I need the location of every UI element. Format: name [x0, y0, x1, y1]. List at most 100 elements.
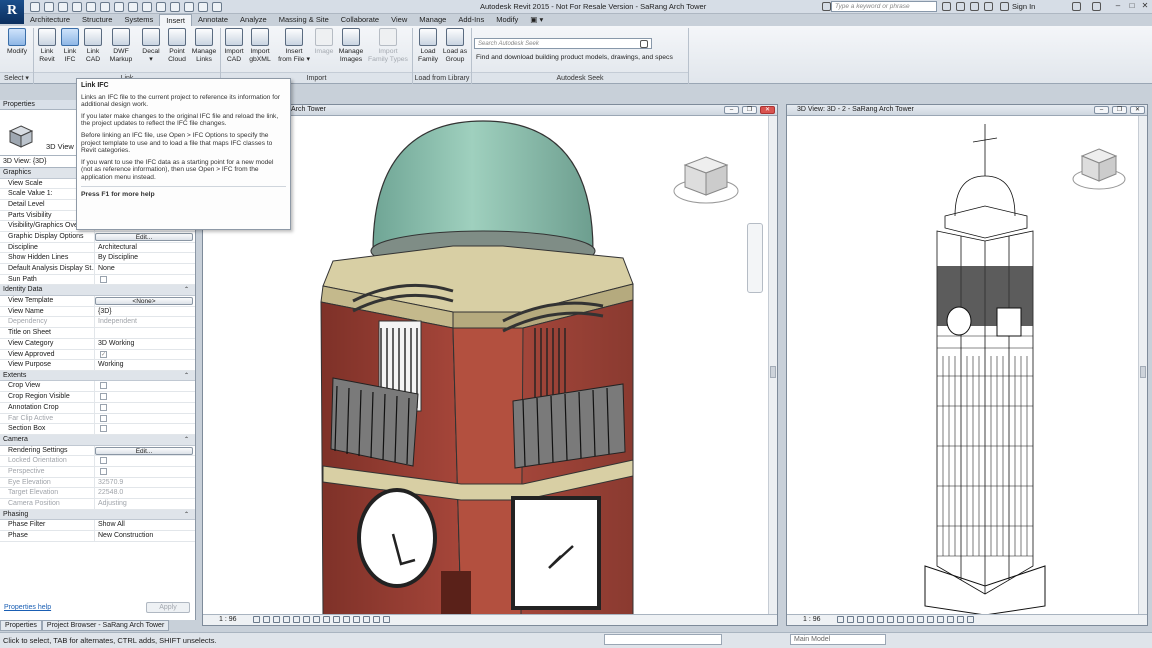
exchange-apps-icon[interactable] — [1072, 2, 1081, 11]
property-row[interactable]: Phase Filter Show All — [0, 520, 195, 531]
tab-annotate[interactable]: Annotate — [192, 14, 234, 26]
insert-from-file-button[interactable]: Insert from File ▾ — [278, 28, 310, 64]
seek-search-input[interactable]: Search Autodesk Seek — [474, 38, 652, 49]
subscription-icon[interactable] — [956, 2, 965, 11]
panel-select-label[interactable]: Select ▾ — [0, 72, 33, 83]
property-row[interactable]: Graphic Display Options Edit... — [0, 232, 195, 243]
edit-button[interactable]: <None> — [95, 297, 193, 306]
tab-add-ins[interactable]: Add-Ins — [452, 14, 490, 26]
checkbox[interactable] — [100, 275, 107, 283]
undo-icon[interactable] — [72, 2, 82, 12]
import-cad-button[interactable]: Import CAD — [222, 28, 246, 64]
property-row[interactable]: Annotation Crop — [0, 402, 195, 414]
save-icon[interactable] — [44, 2, 54, 12]
communication-icon[interactable] — [970, 2, 979, 11]
property-row[interactable]: Crop View — [0, 381, 195, 393]
view-control-icons[interactable] — [834, 615, 975, 623]
tab-project-browser[interactable]: Project Browser - SaRang Arch Tower — [41, 620, 170, 631]
view-restore-icon[interactable]: ❐ — [1112, 106, 1127, 114]
tab-systems[interactable]: Systems — [118, 14, 159, 26]
property-row[interactable]: View Approved — [0, 349, 195, 361]
view-minimize-icon[interactable]: – — [724, 106, 739, 114]
checkbox[interactable] — [100, 467, 107, 475]
property-row[interactable]: Show Hidden Lines By Discipline — [0, 253, 195, 265]
checkbox[interactable] — [100, 457, 107, 465]
close-icon[interactable]: ✕ — [1139, 1, 1151, 12]
view-restore-icon[interactable]: ❐ — [742, 106, 757, 114]
import-family-types-button[interactable]: Import Family Types — [366, 28, 410, 64]
import-gbxml-button[interactable]: Import gbXML — [247, 28, 273, 64]
tab-architecture[interactable]: Architecture — [24, 14, 76, 26]
property-row[interactable]: View Category 3D Working — [0, 338, 195, 350]
property-value[interactable] — [95, 328, 195, 338]
property-value[interactable]: Edit... — [95, 446, 195, 456]
tab-analyze[interactable]: Analyze — [234, 14, 273, 26]
property-row[interactable]: Target Elevation 22548.0 — [0, 488, 195, 499]
minimize-icon[interactable]: – — [1112, 1, 1124, 12]
property-row[interactable]: Default Analysis Display St... None — [0, 264, 195, 275]
favorites-icon[interactable] — [984, 2, 993, 11]
property-value[interactable] — [95, 456, 195, 466]
collapse-icon[interactable]: ⌃ — [184, 435, 189, 446]
property-value[interactable] — [95, 350, 195, 360]
checkbox[interactable] — [100, 414, 107, 422]
manage-links-button[interactable]: Manage Links — [190, 28, 218, 64]
link-revit-button[interactable]: Link Revit — [36, 28, 58, 64]
tab-modify[interactable]: Modify — [490, 14, 524, 26]
property-value[interactable]: {3D} — [95, 307, 195, 317]
ribbon-minimize-icon[interactable]: ▣ ▾ — [524, 14, 549, 26]
checkbox[interactable] — [100, 403, 107, 411]
load-as-group-button[interactable]: Load as Group — [442, 28, 468, 64]
property-value[interactable] — [95, 414, 195, 424]
collapse-icon[interactable]: ⌃ — [184, 510, 189, 521]
property-section[interactable]: Camera ⌃ — [0, 434, 195, 446]
link-ifc-button[interactable]: Link IFC — [59, 28, 81, 64]
text-icon[interactable] — [142, 2, 152, 12]
property-row[interactable]: Rendering Settings Edit... — [0, 445, 195, 457]
modify-button[interactable]: Modify — [4, 28, 30, 56]
vertical-scrollbar[interactable] — [1138, 116, 1147, 615]
checkbox[interactable] — [100, 382, 107, 390]
apply-button[interactable]: Apply — [146, 602, 190, 613]
viewcube-icon[interactable] — [1071, 145, 1127, 195]
load-family-button[interactable]: Load Family — [416, 28, 440, 64]
decal-button[interactable]: Decal ▾ — [140, 28, 162, 64]
edit-button[interactable]: Edit... — [95, 446, 193, 455]
view-minimize-icon[interactable]: – — [1094, 106, 1109, 114]
property-section[interactable]: Extents ⌃ — [0, 370, 195, 382]
property-value[interactable]: Independent — [95, 317, 195, 327]
link-cad-button[interactable]: Link CAD — [82, 28, 104, 64]
property-value[interactable] — [95, 424, 195, 434]
search-expand-icon[interactable] — [822, 2, 831, 11]
sync-icon[interactable] — [58, 2, 68, 12]
property-value[interactable]: Working — [95, 360, 195, 370]
view-scale[interactable]: 1 : 96 — [219, 616, 237, 623]
property-value[interactable] — [95, 403, 195, 413]
property-value[interactable]: 22548.0 — [95, 488, 195, 498]
property-value[interactable]: None — [95, 264, 195, 274]
property-row[interactable]: Perspective — [0, 466, 195, 478]
property-row[interactable]: Far Clip Active — [0, 413, 195, 425]
search-icon[interactable] — [942, 2, 951, 11]
property-value[interactable] — [95, 381, 195, 391]
edit-button[interactable]: Edit... — [95, 233, 193, 242]
view-3d-hidden-line[interactable]: 3D View: 3D - 2 - SaRang Arch Tower – ❐ … — [786, 104, 1148, 626]
worksets-dropdown[interactable] — [604, 634, 722, 645]
maximize-icon[interactable]: □ — [1126, 1, 1138, 12]
property-value[interactable] — [95, 467, 195, 477]
collapse-icon[interactable]: ⌃ — [184, 285, 189, 296]
tab-structure[interactable]: Structure — [76, 14, 118, 26]
property-section[interactable]: Identity Data ⌃ — [0, 285, 195, 297]
property-row[interactable]: Section Box — [0, 424, 195, 435]
section-icon[interactable] — [170, 2, 180, 12]
switch-windows-icon[interactable] — [212, 2, 222, 12]
property-value[interactable]: 3D Working — [95, 339, 195, 349]
property-row[interactable]: View Template <None> — [0, 296, 195, 307]
property-value[interactable] — [95, 275, 195, 285]
property-value[interactable] — [95, 392, 195, 402]
properties-help-link[interactable]: Properties help — [4, 604, 51, 611]
tab-massing-site[interactable]: Massing & Site — [273, 14, 335, 26]
thin-lines-icon[interactable] — [184, 2, 194, 12]
checkbox[interactable] — [100, 350, 107, 358]
property-value[interactable]: Adjusting — [95, 499, 195, 509]
